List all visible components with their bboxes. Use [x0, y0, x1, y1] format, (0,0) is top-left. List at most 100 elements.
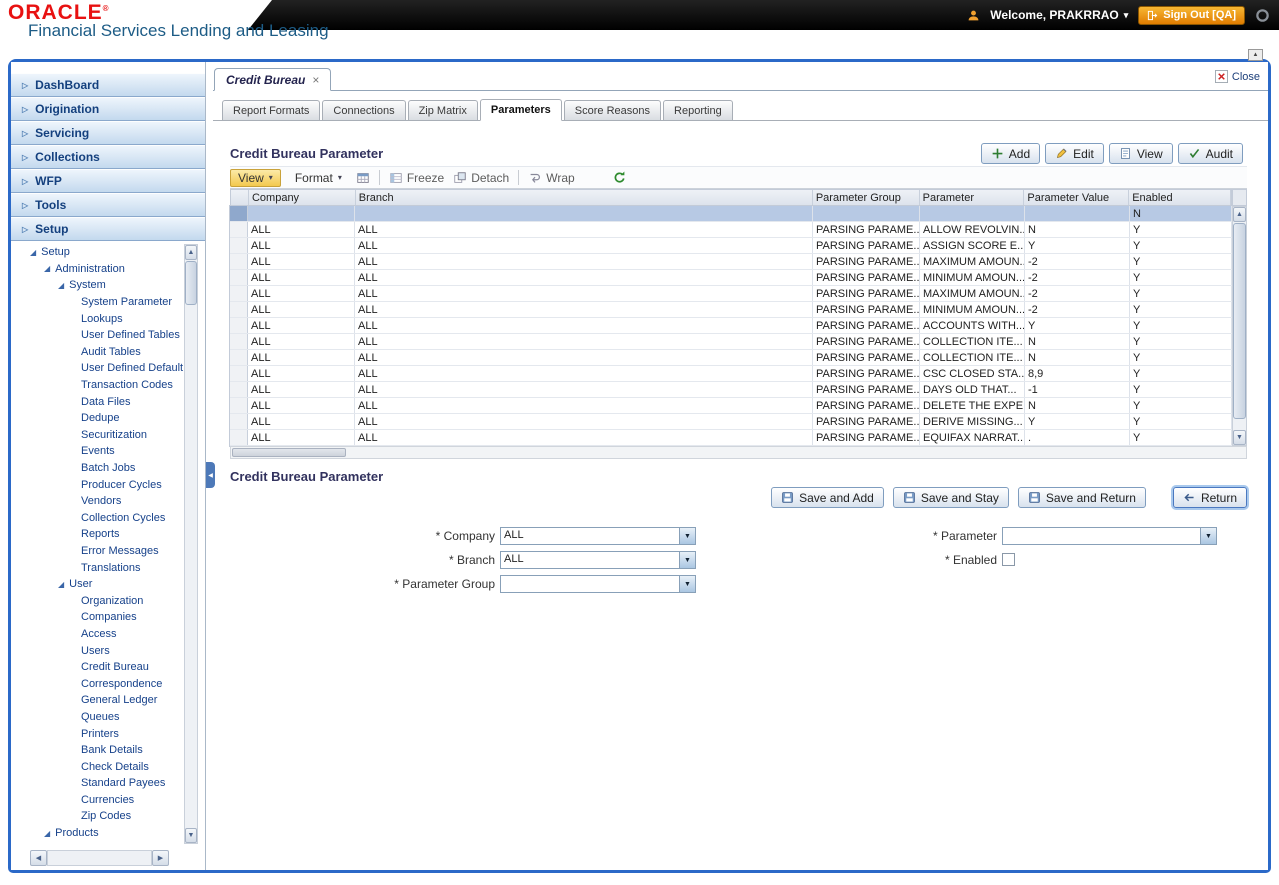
- detach-button[interactable]: Detach: [453, 171, 509, 185]
- table-row[interactable]: ALL ALL PARSING PARAME... EQUIFAX NARRAT...…: [230, 430, 1232, 446]
- tree-item-securitization[interactable]: Securitization: [11, 427, 184, 444]
- row-selector[interactable]: [230, 286, 248, 301]
- scrollbar-thumb[interactable]: [185, 261, 197, 305]
- tree-item-products[interactable]: ◢ Products: [11, 825, 184, 842]
- scroll-up-button[interactable]: ▲: [185, 245, 197, 260]
- tree-item-companies[interactable]: Companies: [11, 609, 184, 626]
- wrap-button[interactable]: Wrap: [528, 171, 575, 185]
- tab-score-reasons[interactable]: Score Reasons: [563, 100, 662, 120]
- branch-select[interactable]: ALL ▼: [500, 551, 696, 569]
- refresh-icon[interactable]: [612, 170, 627, 185]
- table-row[interactable]: ALL ALL PARSING PARAME... ALLOW REVOLVIN...…: [230, 222, 1232, 238]
- save-and-return-button[interactable]: Save and Return: [1017, 487, 1146, 508]
- table-row[interactable]: ALL ALL PARSING PARAME... MAXIMUM AMOUN... -…: [230, 254, 1232, 270]
- row-selector[interactable]: [230, 238, 248, 253]
- row-selector[interactable]: [230, 382, 248, 397]
- column-header-company[interactable]: Company: [249, 190, 356, 205]
- table-row[interactable]: ALL ALL PARSING PARAME... ASSIGN SCORE E...…: [230, 238, 1232, 254]
- horizontal-scroll-track[interactable]: [47, 850, 152, 866]
- parameter-select[interactable]: ▼: [1002, 527, 1217, 545]
- scroll-left-button[interactable]: ◀: [30, 850, 47, 866]
- tab-report-formats[interactable]: Report Formats: [222, 100, 321, 120]
- sidebar-item-dashboard[interactable]: ▷ DashBoard: [11, 73, 205, 97]
- sidebar-item-setup[interactable]: ▷ Setup: [11, 217, 205, 241]
- tree-item-user-defined-default[interactable]: User Defined Default: [11, 360, 184, 377]
- tree-item-check-details[interactable]: Check Details: [11, 758, 184, 775]
- tree-item-users[interactable]: Users: [11, 642, 184, 659]
- tab-zip-matrix[interactable]: Zip Matrix: [407, 100, 478, 120]
- tree-item-dedupe[interactable]: Dedupe: [11, 410, 184, 427]
- scroll-right-button[interactable]: ▶: [152, 850, 169, 866]
- table-row[interactable]: N: [230, 206, 1232, 222]
- add-button[interactable]: Add: [980, 143, 1041, 164]
- tree-item-credit-bureau[interactable]: Credit Bureau: [11, 659, 184, 676]
- tab-connections[interactable]: Connections: [322, 100, 406, 120]
- tree-item-access[interactable]: Access: [11, 626, 184, 643]
- view-menu-button[interactable]: View ▾: [230, 168, 281, 187]
- tree-item-standard-payees[interactable]: Standard Payees: [11, 775, 184, 792]
- column-header-parameter-value[interactable]: Parameter Value: [1024, 190, 1130, 205]
- tree-item-collection-cycles[interactable]: Collection Cycles: [11, 510, 184, 527]
- table-row[interactable]: ALL ALL PARSING PARAME... MINIMUM AMOUN... -…: [230, 302, 1232, 318]
- tree-item-events[interactable]: Events: [11, 443, 184, 460]
- column-header-enabled[interactable]: Enabled: [1129, 190, 1231, 205]
- freeze-button[interactable]: Freeze: [389, 171, 444, 185]
- row-selector[interactable]: [230, 254, 248, 269]
- sidebar-item-origination[interactable]: ▷ Origination: [11, 97, 205, 121]
- tree-item-lookups[interactable]: Lookups: [11, 310, 184, 327]
- format-menu-button[interactable]: Format ▾: [290, 170, 347, 186]
- scrollbar-track[interactable]: [185, 306, 197, 828]
- chevron-down-icon[interactable]: ▼: [679, 576, 695, 592]
- tree-expanded-icon[interactable]: ◢: [44, 264, 50, 273]
- tree-item-queues[interactable]: Queues: [11, 709, 184, 726]
- table-row[interactable]: ALL ALL PARSING PARAME... CSC CLOSED STA...…: [230, 366, 1232, 382]
- save-and-add-button[interactable]: Save and Add: [771, 487, 884, 508]
- tree-item-currencies[interactable]: Currencies: [11, 792, 184, 809]
- table-row[interactable]: ALL ALL PARSING PARAME... DERIVE MISSING...…: [230, 414, 1232, 430]
- tree-scrollbar[interactable]: ▲ ▼: [184, 244, 198, 844]
- page-scroll-up-button[interactable]: ▲: [1248, 49, 1263, 61]
- chevron-down-icon[interactable]: ▼: [1200, 528, 1216, 544]
- table-row[interactable]: ALL ALL PARSING PARAME... COLLECTION ITE...…: [230, 334, 1232, 350]
- scroll-down-button[interactable]: ▼: [1233, 430, 1246, 445]
- tab-close-icon[interactable]: ×: [312, 73, 319, 87]
- table-row[interactable]: ALL ALL PARSING PARAME... MINIMUM AMOUN... -…: [230, 270, 1232, 286]
- export-table-icon[interactable]: [356, 171, 370, 185]
- tree-item-bank-details[interactable]: Bank Details: [11, 742, 184, 759]
- sidebar-item-wfp[interactable]: ▷ WFP: [11, 169, 205, 193]
- tree-expanded-icon[interactable]: ◢: [58, 580, 64, 589]
- view-button[interactable]: View: [1108, 143, 1173, 164]
- table-row[interactable]: ALL ALL PARSING PARAME... MAXIMUM AMOUN... -…: [230, 286, 1232, 302]
- tree-item-zip-codes[interactable]: Zip Codes: [11, 808, 184, 825]
- tree-item-audit-tables[interactable]: Audit Tables: [11, 344, 184, 361]
- tab-parameters[interactable]: Parameters: [479, 99, 562, 121]
- table-row[interactable]: ALL ALL PARSING PARAME... DELETE THE EXPE..…: [230, 398, 1232, 414]
- scrollbar-thumb[interactable]: [232, 448, 346, 457]
- tree-item-general-ledger[interactable]: General Ledger: [11, 692, 184, 709]
- row-selector[interactable]: [230, 398, 248, 413]
- tree-item-system-parameter[interactable]: System Parameter: [11, 294, 184, 311]
- audit-button[interactable]: Audit: [1177, 143, 1243, 164]
- column-header-branch[interactable]: Branch: [356, 190, 813, 205]
- close-button[interactable]: Close: [1214, 70, 1260, 83]
- row-selector[interactable]: [230, 414, 248, 429]
- tree-expanded-icon[interactable]: ◢: [30, 248, 36, 257]
- row-selector[interactable]: [230, 270, 248, 285]
- column-header-parameter-group[interactable]: Parameter Group: [813, 190, 920, 205]
- scroll-down-button[interactable]: ▼: [185, 828, 197, 843]
- row-selector[interactable]: [230, 366, 248, 381]
- tree-item-user[interactable]: ◢ User: [11, 576, 184, 593]
- tree-item-organization[interactable]: Organization: [11, 592, 184, 609]
- tab-reporting[interactable]: Reporting: [663, 100, 733, 120]
- tree-item-translations[interactable]: Translations: [11, 559, 184, 576]
- parameter-group-select[interactable]: ▼: [500, 575, 696, 593]
- table-row[interactable]: ALL ALL PARSING PARAME... DAYS OLD THAT... -…: [230, 382, 1232, 398]
- sidebar-item-tools[interactable]: ▷ Tools: [11, 193, 205, 217]
- row-selector[interactable]: [230, 222, 248, 237]
- tree-item-transaction-codes[interactable]: Transaction Codes: [11, 377, 184, 394]
- scroll-up-button[interactable]: ▲: [1233, 207, 1246, 222]
- tree-expanded-icon[interactable]: ◢: [44, 829, 50, 838]
- horizontal-scrollbar[interactable]: [230, 446, 1247, 459]
- tab-credit-bureau[interactable]: Credit Bureau ×: [214, 68, 332, 91]
- row-selector[interactable]: [230, 350, 248, 365]
